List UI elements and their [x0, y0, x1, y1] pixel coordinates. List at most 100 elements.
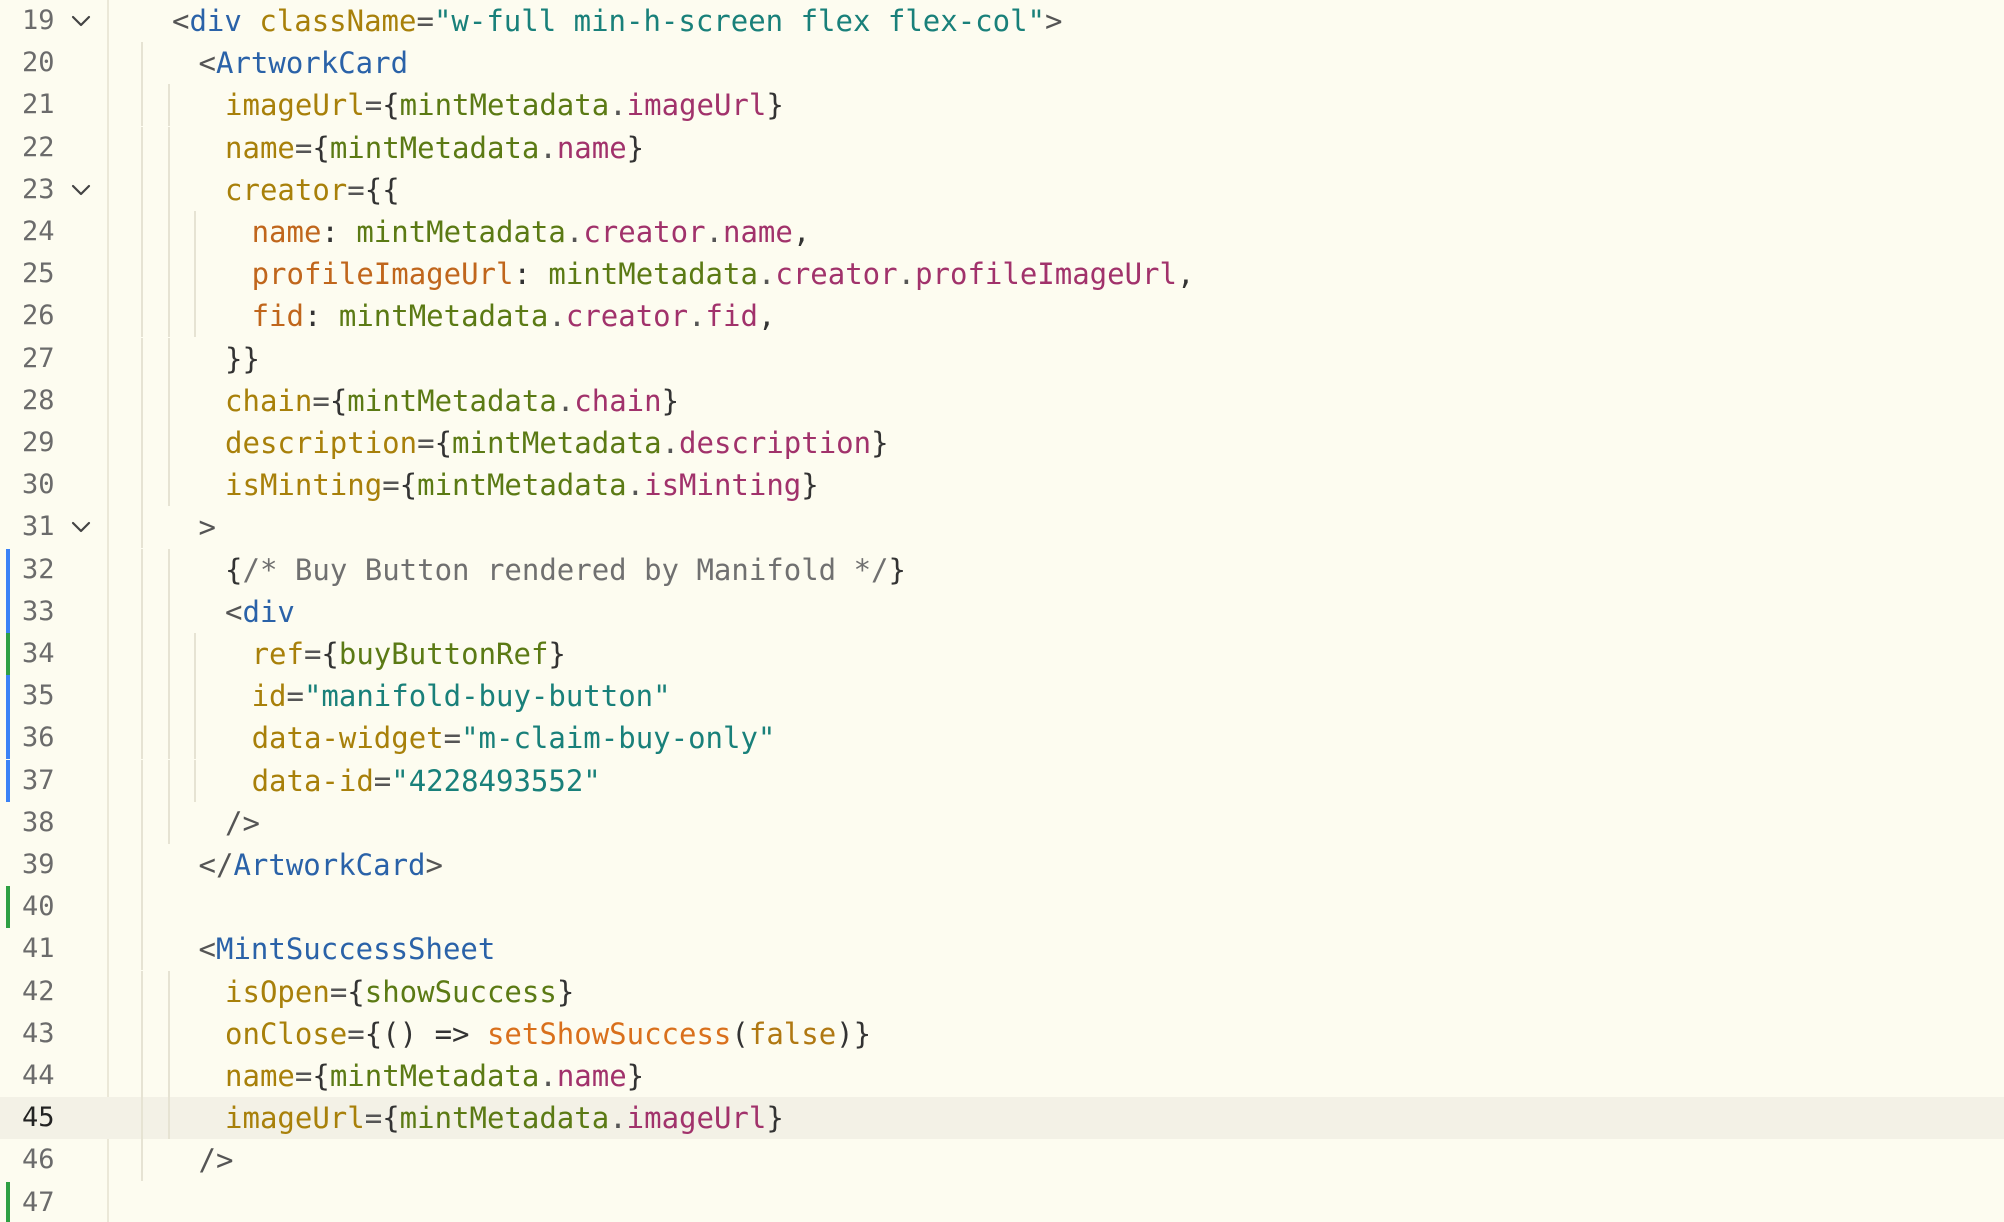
code-line[interactable]: 23 creator={{	[0, 168, 2004, 211]
code-line[interactable]: 32 {/* Buy Button rendered by Manifold */…	[0, 548, 2004, 591]
code-text[interactable]: }}	[225, 338, 260, 380]
code-text[interactable]: <div className="w-full min-h-screen flex…	[172, 0, 1063, 42]
code-text[interactable]: name={mintMetadata.name}	[225, 127, 644, 169]
code-token: =	[303, 637, 322, 671]
code-text[interactable]: isOpen={showSuccess}	[225, 971, 574, 1013]
code-line[interactable]: 27}}	[0, 337, 2004, 380]
diff-added-marker[interactable]	[6, 1181, 10, 1222]
code-token: =	[416, 4, 434, 38]
code-line[interactable]: 33 <div	[0, 590, 2004, 633]
code-text[interactable]: <MintSuccessSheet	[199, 928, 496, 970]
code-line[interactable]: 46 />	[0, 1139, 2004, 1182]
code-line[interactable]: 34 ref={buyButtonRef}	[0, 633, 2004, 675]
code-text[interactable]: chain={mintMetadata.chain}	[225, 380, 679, 422]
code-token: {	[321, 637, 339, 671]
diff-modified-marker[interactable]	[6, 675, 10, 718]
diff-added-marker[interactable]	[6, 633, 10, 675]
code-text[interactable]: imageUrl={mintMetadata.imageUrl}	[225, 84, 784, 126]
line-number: 42	[22, 975, 55, 1007]
code-line[interactable]: 29 description={mintMetadata.description}	[0, 422, 2004, 464]
indent-guide	[141, 211, 143, 253]
code-text[interactable]: isMinting={mintMetadata.isMinting}	[225, 464, 819, 506]
code-line[interactable]: 36 data-widget="m-claim-buy-only"	[0, 717, 2004, 760]
code-text[interactable]: {/* Buy Button rendered by Manifold */}	[225, 549, 906, 591]
code-line[interactable]: 38 />	[0, 801, 2004, 844]
code-token: </	[198, 848, 234, 882]
code-text[interactable]: name={mintMetadata.name}	[225, 1055, 644, 1097]
code-text[interactable]: id="manifold-buy-button"	[252, 675, 671, 717]
code-line[interactable]: 47	[0, 1181, 2004, 1222]
fold-chevron-down-icon[interactable]	[70, 181, 92, 199]
code-line[interactable]: 41 <MintSuccessSheet	[0, 928, 2004, 971]
code-line[interactable]: 25 profileImageUrl: mintMetadata.creator.…	[0, 253, 2004, 296]
indent-guide	[167, 675, 170, 718]
indent-guide	[167, 1055, 170, 1097]
code-line[interactable]: 26 fid: mintMetadata.creator.fid,	[0, 295, 2004, 338]
code-line[interactable]: 40	[0, 886, 2004, 929]
diff-modified-marker[interactable]	[6, 590, 10, 633]
code-line[interactable]: 45 imageUrl={mintMetadata.imageUrl}	[0, 1097, 2004, 1140]
code-token: }	[766, 1101, 784, 1136]
line-number: 32	[22, 553, 55, 585]
code-token: .	[609, 1101, 627, 1136]
code-token: .	[565, 215, 584, 249]
indent-guide	[167, 168, 170, 211]
code-line[interactable]: 44 name={mintMetadata.name}	[0, 1055, 2004, 1097]
code-line[interactable]: 37 data-id="4228493552"	[0, 759, 2004, 802]
fold-chevron-down-icon[interactable]	[70, 12, 92, 30]
code-token: imageUrl	[225, 1101, 365, 1136]
code-text[interactable]: </ArtworkCard>	[199, 844, 443, 886]
code-text[interactable]: description={mintMetadata.description}	[225, 422, 889, 464]
code-editor[interactable]: 19 <div className="w-full min-h-screen fl…	[0, 0, 2004, 1222]
code-token: .	[897, 257, 916, 292]
code-text[interactable]: profileImageUrl: mintMetadata.creator.pr…	[252, 253, 1195, 295]
code-token: mintMetadata	[452, 426, 662, 460]
code-token: creator	[583, 215, 706, 249]
indent-guide	[141, 759, 143, 802]
code-line[interactable]: 24 name: mintMetadata.creator.name,	[0, 211, 2004, 253]
code-text[interactable]: creator={{	[225, 169, 400, 211]
code-token: =	[364, 1101, 383, 1136]
code-line[interactable]: 21 imageUrl={mintMetadata.imageUrl}	[0, 84, 2004, 127]
code-text[interactable]: data-id="4228493552"	[252, 760, 601, 802]
code-line[interactable]: 31 >	[0, 506, 2004, 549]
code-line[interactable]: 35 id="manifold-buy-button"	[0, 675, 2004, 718]
diff-modified-marker[interactable]	[6, 548, 10, 591]
code-text[interactable]: <div	[225, 591, 295, 633]
diff-modified-marker[interactable]	[6, 717, 10, 760]
line-number: 43	[22, 1017, 55, 1049]
code-token: imageUrl	[626, 88, 767, 123]
code-text[interactable]: data-widget="m-claim-buy-only"	[252, 717, 776, 759]
indent-guide	[167, 295, 170, 338]
code-line[interactable]: 42 isOpen={showSuccess}	[0, 970, 2004, 1013]
code-token: mintMetadata	[417, 468, 627, 503]
code-line[interactable]: 30 isMinting={mintMetadata.isMinting}	[0, 464, 2004, 507]
code-line[interactable]: 39 </ArtworkCard>	[0, 844, 2004, 886]
code-text[interactable]: onClose={() => setShowSuccess(false)}	[225, 1013, 871, 1055]
code-text[interactable]: fid: mintMetadata.creator.fid,	[252, 295, 776, 337]
code-text[interactable]: >	[199, 506, 216, 548]
code-line[interactable]: 19 <div className="w-full min-h-screen fl…	[0, 0, 2004, 42]
indent-guide	[167, 253, 170, 296]
code-text[interactable]: />	[199, 1139, 234, 1181]
indent-guide	[141, 1097, 143, 1140]
code-line[interactable]: 22 name={mintMetadata.name}	[0, 126, 2004, 169]
code-text[interactable]: />	[225, 802, 260, 844]
diff-added-marker[interactable]	[6, 886, 10, 929]
diff-modified-marker[interactable]	[6, 759, 10, 802]
code-line[interactable]: 43 onClose={() => setShowSuccess(false)}	[0, 1012, 2004, 1055]
code-token: description	[679, 426, 872, 460]
code-line[interactable]: 20 <ArtworkCard	[0, 42, 2004, 85]
code-text[interactable]: name: mintMetadata.creator.name,	[252, 211, 811, 253]
indent-guide	[141, 1012, 143, 1055]
code-text[interactable]: <ArtworkCard	[199, 42, 409, 84]
code-text[interactable]: imageUrl={mintMetadata.imageUrl}	[225, 1097, 784, 1139]
code-token: data-id	[251, 763, 374, 798]
code-token: ArtworkCard	[215, 46, 409, 81]
code-line[interactable]: 28 chain={mintMetadata.chain}	[0, 379, 2004, 422]
code-token: creator	[775, 257, 898, 292]
fold-chevron-down-icon[interactable]	[70, 518, 92, 536]
code-token: ,	[1176, 257, 1195, 292]
code-text[interactable]: ref={buyButtonRef}	[252, 633, 566, 675]
